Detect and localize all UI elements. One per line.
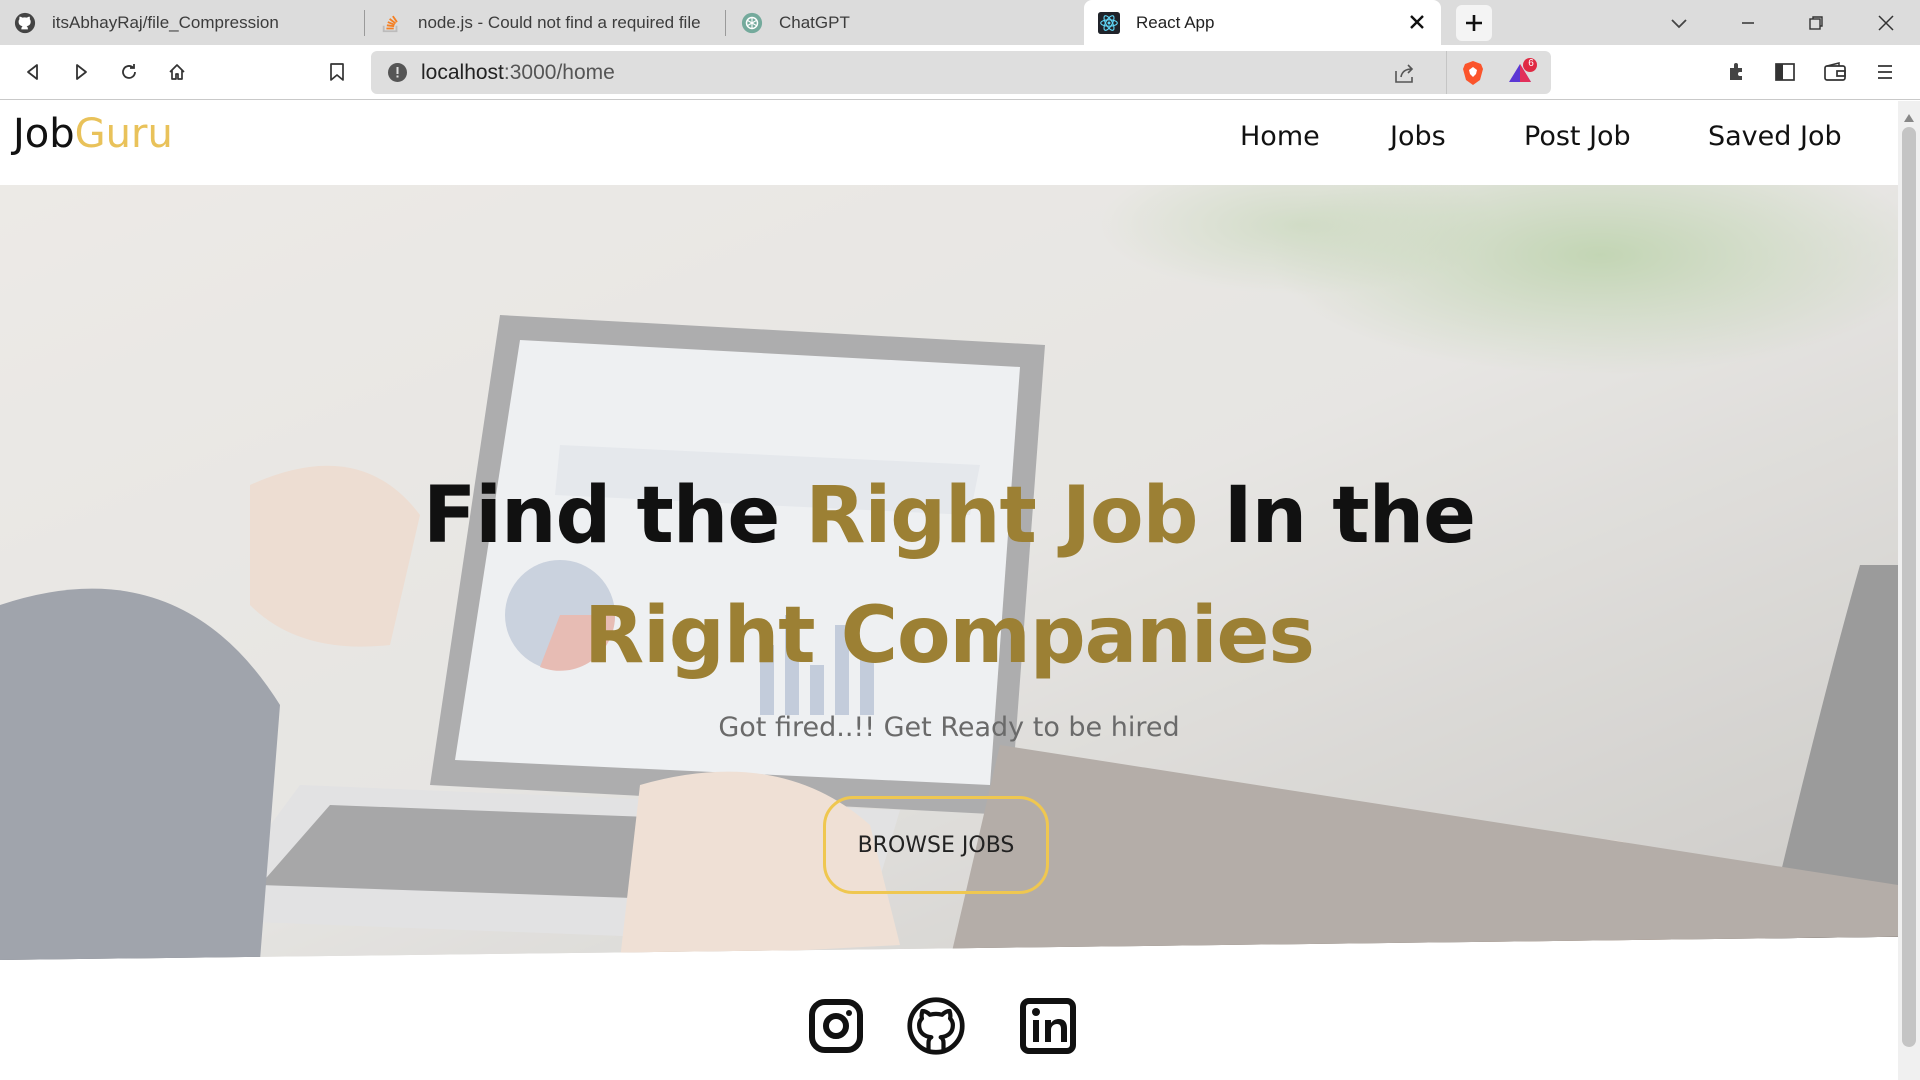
github-icon[interactable] bbox=[906, 996, 966, 1056]
menu-icon[interactable] bbox=[1870, 57, 1900, 87]
tab-search-chevron-down-icon[interactable] bbox=[1651, 0, 1707, 45]
tab-title: ChatGPT bbox=[779, 12, 850, 32]
url-text[interactable]: localhost:3000/home bbox=[421, 51, 615, 94]
tab-github[interactable]: itsAbhayRaj/file_Compression bbox=[0, 0, 362, 45]
brand-main: Job bbox=[13, 111, 75, 157]
nav-home[interactable]: Home bbox=[1240, 121, 1320, 152]
page-scrollbar[interactable] bbox=[1898, 101, 1920, 1080]
rewards-badge: 6 bbox=[1528, 58, 1534, 69]
nav-post-job[interactable]: Post Job bbox=[1524, 121, 1631, 152]
hero-headline-line2: Right Companies bbox=[0, 591, 1898, 681]
tab-chatgpt[interactable]: ChatGPT bbox=[727, 0, 1083, 45]
brave-rewards-icon[interactable]: 6 bbox=[1507, 58, 1537, 90]
omnibox-divider bbox=[1446, 51, 1447, 94]
tab-stackoverflow[interactable]: node.js - Could not find a required file bbox=[366, 0, 724, 45]
hero-headline-line1: Find the Right Job In the bbox=[0, 471, 1898, 561]
wallet-icon[interactable] bbox=[1820, 57, 1850, 87]
scrollbar-thumb[interactable] bbox=[1902, 127, 1916, 1047]
home-icon[interactable] bbox=[162, 57, 192, 87]
tab-title: node.js - Could not find a required file bbox=[418, 12, 701, 32]
github-icon bbox=[14, 12, 36, 34]
brand-accent: Guru bbox=[74, 111, 173, 157]
new-tab-button[interactable] bbox=[1456, 5, 1492, 41]
nav-jobs[interactable]: Jobs bbox=[1390, 121, 1446, 152]
hero-subtitle: Got fired..!! Get Ready to be hired bbox=[718, 712, 1180, 743]
bookmark-icon[interactable] bbox=[322, 57, 352, 87]
tab-divider bbox=[364, 10, 365, 36]
hero-section: Find the Right Job In the Right Companie… bbox=[0, 185, 1898, 960]
address-bar[interactable]: localhost:3000/home 6 bbox=[371, 51, 1551, 94]
react-icon bbox=[1098, 11, 1120, 34]
url-host: localhost bbox=[421, 61, 504, 84]
headline-highlight: Right Companies bbox=[584, 591, 1315, 681]
back-icon[interactable] bbox=[18, 57, 48, 87]
restore-icon[interactable] bbox=[1788, 0, 1844, 45]
sidebar-icon[interactable] bbox=[1770, 57, 1800, 87]
site-navbar: JobGuru Home Jobs Post Job Saved Job bbox=[0, 101, 1898, 185]
stackoverflow-icon bbox=[380, 12, 402, 34]
instagram-icon[interactable] bbox=[806, 996, 866, 1056]
nav-saved-job[interactable]: Saved Job bbox=[1708, 121, 1842, 152]
share-icon[interactable] bbox=[1393, 62, 1417, 88]
browser-tab-strip: itsAbhayRaj/file_Compression node.js - C… bbox=[0, 0, 1920, 45]
headline-text: In the bbox=[1197, 471, 1476, 561]
web-page: JobGuru Home Jobs Post Job Saved Job Fin… bbox=[0, 101, 1898, 1080]
site-info-icon[interactable] bbox=[387, 62, 408, 87]
url-path: :3000/home bbox=[503, 61, 615, 84]
linkedin-icon[interactable] bbox=[1018, 996, 1078, 1056]
browser-toolbar: localhost:3000/home 6 bbox=[0, 45, 1920, 100]
tab-react-app[interactable]: React App bbox=[1084, 0, 1441, 45]
extensions-icon[interactable] bbox=[1722, 57, 1752, 87]
tab-title: React App bbox=[1136, 12, 1215, 32]
browse-jobs-button[interactable]: BROWSE JOBS bbox=[823, 796, 1049, 894]
reload-icon[interactable] bbox=[114, 57, 144, 87]
close-window-icon[interactable] bbox=[1858, 0, 1914, 45]
site-logo[interactable]: JobGuru bbox=[13, 111, 173, 157]
close-icon[interactable] bbox=[1405, 10, 1429, 34]
minimize-icon[interactable] bbox=[1720, 0, 1776, 45]
brave-shields-icon[interactable] bbox=[1461, 60, 1485, 90]
headline-highlight: Right Job bbox=[805, 471, 1198, 561]
forward-icon[interactable] bbox=[66, 57, 96, 87]
scroll-up-icon[interactable] bbox=[1904, 107, 1914, 126]
tab-divider bbox=[725, 10, 726, 36]
headline-text: Find the bbox=[422, 471, 806, 561]
tab-title: itsAbhayRaj/file_Compression bbox=[52, 12, 279, 32]
chatgpt-icon bbox=[741, 12, 763, 34]
